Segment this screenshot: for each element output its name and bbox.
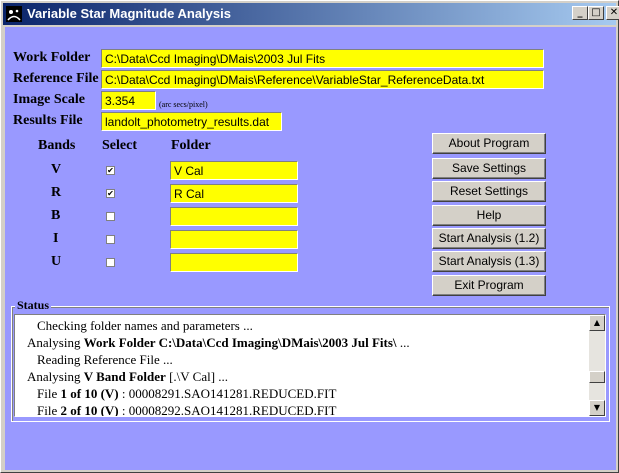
main-panel: Work Folder C:\Data\Ccd Imaging\DMais\20… (5, 27, 616, 470)
status-label: Status (15, 298, 52, 313)
bands-header: Bands (38, 138, 76, 153)
scroll-down-arrow-icon[interactable]: ▼ (589, 400, 605, 416)
image-scale-input[interactable]: 3.354 (101, 91, 156, 110)
status-log-line: File 1 of 10 (V) : 00008291.SAO141281.RE… (17, 385, 587, 402)
help-button[interactable]: Help (432, 205, 546, 226)
minimize-button[interactable]: _ (572, 6, 588, 20)
band-label-v: V (51, 162, 62, 177)
status-log-text: Reading Reference File ... (37, 352, 173, 367)
band-label-r: R (51, 185, 62, 200)
exit-program-button[interactable]: Exit Program (432, 275, 546, 296)
status-log-text: V Band Folder (83, 369, 166, 384)
band-folder-input-b[interactable] (170, 207, 298, 226)
status-log-line: Checking folder names and parameters ... (17, 317, 587, 334)
results-file-input[interactable]: landolt_photometry_results.dat (101, 112, 282, 131)
start-analysis-1-3-button[interactable]: Start Analysis (1.3) (432, 251, 546, 272)
status-log-text: ... (396, 335, 410, 350)
status-log-text: Analysing (27, 369, 84, 384)
status-log-text: File (37, 403, 61, 417)
image-scale-unit: (arc secs/pixel) (159, 100, 208, 109)
status-log-text: [.\V Cal] ... (165, 369, 229, 384)
band-folder-input-i[interactable] (170, 230, 298, 249)
reference-file-label: Reference File (13, 71, 99, 86)
reset-settings-button[interactable]: Reset Settings (432, 181, 546, 202)
window-title: Variable Star Magnitude Analysis (27, 6, 231, 21)
status-log-lines: Checking folder names and parameters ...… (17, 317, 587, 417)
select-header: Select (102, 138, 137, 153)
status-log-text: 2 of 10 (V) (60, 403, 119, 417)
title-bar[interactable]: Variable Star Magnitude Analysis _ □ ✕ (3, 3, 619, 25)
app-icon (6, 6, 22, 22)
reference-file-input[interactable]: C:\Data\Ccd Imaging\DMais\Reference\Vari… (101, 70, 544, 89)
work-folder-input[interactable]: C:\Data\Ccd Imaging\DMais\2003 Jul Fits (101, 49, 544, 68)
status-log-text: Checking folder names and parameters ... (37, 318, 253, 333)
app-window: Variable Star Magnitude Analysis _ □ ✕ W… (0, 0, 619, 473)
maximize-button[interactable]: □ (588, 6, 604, 20)
status-log-text: 1 of 10 (V) (60, 386, 119, 401)
scroll-up-arrow-icon[interactable]: ▲ (589, 315, 605, 331)
status-log-line: Analysing V Band Folder [.\V Cal] ... (17, 368, 587, 385)
band-label-i: I (53, 231, 59, 246)
status-log-line: Reading Reference File ... (17, 351, 587, 368)
band-checkbox-u[interactable] (106, 258, 115, 267)
status-log-text: Work Folder C:\Data\Ccd Imaging\DMais\20… (83, 335, 397, 350)
work-folder-label: Work Folder (13, 50, 91, 65)
band-checkbox-i[interactable] (106, 235, 115, 244)
status-scrollbar[interactable]: ▲ ▼ (589, 315, 605, 416)
band-folder-input-r[interactable]: R Cal (170, 184, 298, 203)
band-checkbox-r[interactable]: ✔ (106, 189, 115, 198)
band-checkbox-b[interactable] (106, 212, 115, 221)
close-button[interactable]: ✕ (606, 6, 619, 20)
start-analysis-1-2-button[interactable]: Start Analysis (1.2) (432, 228, 546, 249)
status-log-line: Analysing Work Folder C:\Data\Ccd Imagin… (17, 334, 587, 351)
band-label-u: U (51, 254, 62, 269)
save-settings-button[interactable]: Save Settings (432, 158, 546, 179)
about-program-button[interactable]: About Program (432, 133, 546, 154)
status-log-text: File (37, 386, 61, 401)
band-label-b: B (51, 208, 61, 223)
scrollbar-thumb[interactable] (589, 371, 605, 383)
band-checkbox-v[interactable]: ✔ (106, 166, 115, 175)
image-scale-label: Image Scale (13, 92, 85, 107)
status-log-text: Analysing (27, 335, 84, 350)
status-log[interactable]: Checking folder names and parameters ...… (14, 314, 606, 417)
band-folder-input-v[interactable]: V Cal (170, 161, 298, 180)
status-log-text: : 00008292.SAO141281.REDUCED.FIT (118, 403, 337, 417)
status-log-line: File 2 of 10 (V) : 00008292.SAO141281.RE… (17, 402, 587, 417)
results-file-label: Results File (13, 113, 83, 128)
band-folder-input-u[interactable] (170, 253, 298, 272)
status-log-text: : 00008291.SAO141281.REDUCED.FIT (118, 386, 337, 401)
folder-header: Folder (171, 138, 211, 153)
